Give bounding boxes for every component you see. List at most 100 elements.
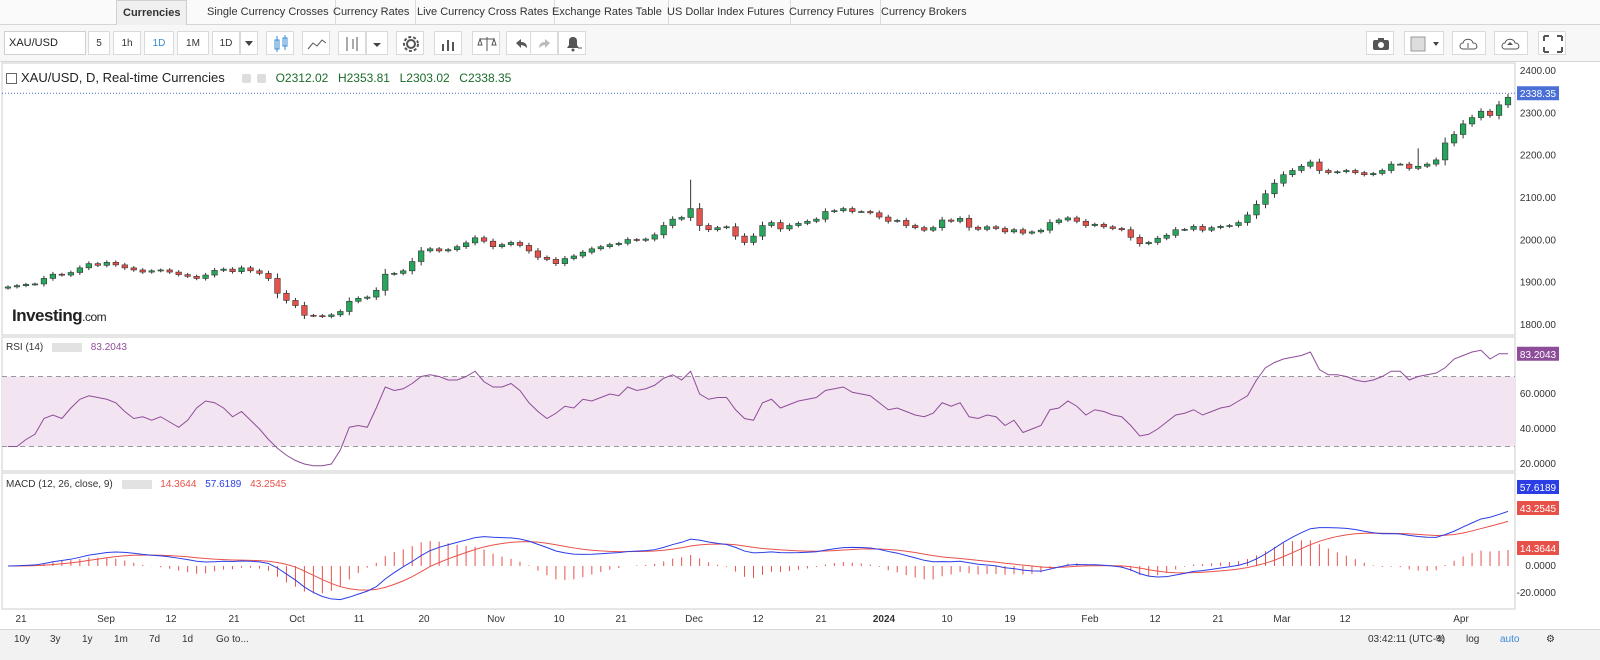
interval-dropdown-arrow[interactable] bbox=[240, 31, 258, 55]
candle-body bbox=[445, 249, 452, 252]
legend-collapse-icon[interactable] bbox=[6, 73, 17, 85]
log-scale-button[interactable]: log bbox=[1460, 630, 1485, 649]
compare-icon[interactable] bbox=[434, 31, 462, 55]
percent-scale-button[interactable]: % bbox=[1430, 630, 1451, 649]
price-tick-label: 2400.00 bbox=[1520, 66, 1557, 77]
range-1y-button[interactable]: 1y bbox=[76, 630, 99, 649]
candles-icon[interactable] bbox=[266, 31, 294, 55]
goto-button[interactable]: Go to... bbox=[210, 630, 255, 649]
drawing-tools-dropdown-icon[interactable] bbox=[366, 31, 388, 55]
candle-body bbox=[1280, 174, 1287, 184]
candle-body bbox=[1055, 219, 1062, 223]
candle-body bbox=[1307, 161, 1314, 167]
tab-live-currency-cross-rates[interactable]: Live Currency Cross Rates bbox=[411, 0, 556, 24]
candle-body bbox=[1397, 163, 1404, 166]
interval-dropdown-button[interactable]: 1D bbox=[212, 31, 240, 55]
candle-body bbox=[1019, 229, 1027, 234]
tab-single-currency-crosses[interactable]: Single Currency Crosses bbox=[201, 0, 336, 24]
candle-body bbox=[58, 273, 65, 276]
candle-body bbox=[382, 273, 389, 291]
price-tick-label: 2000.00 bbox=[1520, 235, 1557, 246]
indicators-icon[interactable] bbox=[302, 31, 330, 55]
interval-1d-button[interactable]: 1D bbox=[144, 31, 174, 55]
interval-1m-button[interactable]: 1M bbox=[177, 31, 209, 55]
candle-body bbox=[1334, 171, 1341, 174]
last-price-label: 2338.35 bbox=[1520, 89, 1557, 100]
candle-body bbox=[202, 274, 209, 279]
cloud-download-icon[interactable] bbox=[1452, 31, 1486, 55]
price-chart[interactable]: 2338.35 2400.00 2300.00 2200.00 2100.00 2000.… bbox=[0, 62, 1600, 628]
candle-body bbox=[1352, 170, 1359, 173]
symbol-input[interactable] bbox=[4, 31, 86, 55]
range-1d-button[interactable]: 1d bbox=[176, 630, 199, 649]
candle-body bbox=[948, 219, 955, 222]
tab-currencies[interactable]: Currencies bbox=[116, 0, 188, 25]
candle-body bbox=[777, 222, 784, 230]
range-7d-button[interactable]: 7d bbox=[143, 630, 166, 649]
tab-currency-brokers[interactable]: Currency Brokers bbox=[875, 0, 973, 24]
redo-icon[interactable] bbox=[530, 31, 558, 55]
legend-remove-icon[interactable] bbox=[256, 74, 266, 84]
price-tick-label: 2200.00 bbox=[1520, 151, 1557, 162]
candle-body bbox=[822, 211, 829, 220]
candle-body bbox=[400, 270, 407, 274]
candle-body bbox=[705, 225, 712, 231]
x-tick-label: Sep bbox=[97, 614, 115, 625]
candle-body bbox=[534, 250, 542, 258]
candle-body bbox=[974, 226, 982, 230]
range-1m-button[interactable]: 1m bbox=[108, 630, 134, 649]
candle-body bbox=[750, 235, 757, 243]
range-10y-button[interactable]: 10y bbox=[8, 630, 36, 649]
candle-body bbox=[292, 300, 299, 306]
tab-currency-rates[interactable]: Currency Rates bbox=[327, 0, 417, 24]
rsi-legend-controls-icon[interactable] bbox=[52, 342, 83, 352]
interval-5-button[interactable]: 5 bbox=[88, 31, 110, 55]
drawing-tools-icon[interactable] bbox=[338, 31, 366, 55]
candle-body bbox=[1361, 172, 1368, 176]
gear-icon[interactable] bbox=[396, 31, 424, 55]
candle-body bbox=[1298, 165, 1305, 171]
investing-logo: Investing.com bbox=[12, 306, 107, 326]
candle-body bbox=[1208, 227, 1215, 231]
candle-body bbox=[139, 269, 146, 273]
range-3y-button[interactable]: 3y bbox=[44, 630, 67, 649]
tab-us-dollar-index-futures[interactable]: US Dollar Index Futures bbox=[661, 0, 792, 24]
candle-body bbox=[1460, 123, 1467, 135]
logo-brand: Investing bbox=[12, 306, 83, 325]
candle-body bbox=[570, 255, 577, 259]
candle-body bbox=[1181, 229, 1188, 231]
camera-icon[interactable] bbox=[1366, 31, 1394, 55]
candle-body bbox=[1477, 110, 1485, 118]
candle-body bbox=[804, 220, 811, 224]
interval-1h-button[interactable]: 1h bbox=[113, 31, 141, 55]
scales-icon[interactable] bbox=[472, 31, 500, 55]
candle-body bbox=[274, 278, 281, 294]
auto-scale-button[interactable]: auto bbox=[1494, 630, 1525, 649]
tab-exchange-rates-table[interactable]: Exchange Rates Table bbox=[546, 0, 669, 24]
x-tick-label: 12 bbox=[752, 614, 764, 625]
candle-body bbox=[346, 300, 353, 312]
candle-body bbox=[462, 242, 470, 247]
macd-legend-controls-icon[interactable] bbox=[121, 479, 152, 489]
cloud-upload-icon[interactable] bbox=[1494, 31, 1528, 55]
candle-body bbox=[588, 248, 595, 253]
x-tick-label: 10 bbox=[941, 614, 953, 625]
candle-body bbox=[1495, 104, 1503, 116]
alert-bell-icon[interactable] bbox=[558, 31, 586, 55]
candle-body bbox=[1244, 214, 1251, 223]
rsi-tick-label: 40.0000 bbox=[1520, 424, 1557, 435]
layout-color-icon[interactable] bbox=[1404, 31, 1444, 55]
macd-histogram-value: 14.3644 bbox=[160, 479, 197, 490]
candle-body bbox=[507, 242, 515, 245]
legend-settings-icon[interactable] bbox=[242, 74, 252, 84]
tab-currency-futures[interactable]: Currency Futures bbox=[783, 0, 881, 24]
candle-body bbox=[1127, 229, 1134, 238]
candle-body bbox=[22, 284, 30, 286]
macd-line-value: 57.6189 bbox=[205, 479, 242, 490]
candle-body bbox=[1406, 163, 1413, 169]
candle-body bbox=[1199, 226, 1206, 231]
fullscreen-icon[interactable] bbox=[1538, 31, 1566, 55]
candle-body bbox=[1468, 117, 1476, 125]
settings-gear-icon[interactable]: ⚙ bbox=[1540, 630, 1561, 649]
candle-body bbox=[247, 267, 254, 272]
